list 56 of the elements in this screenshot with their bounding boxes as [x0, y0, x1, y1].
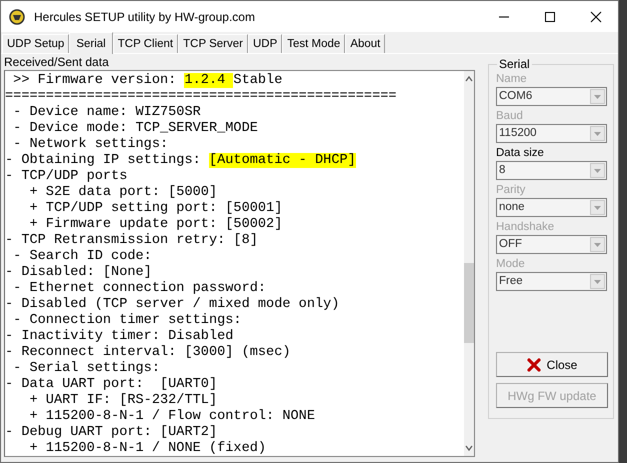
field-label: Name — [496, 72, 528, 87]
app-logo-icon — [8, 8, 26, 26]
log-line: - Device name: WIZ750SR — [12, 105, 202, 121]
log-line: - Debug UART port: [UART2] — [5, 425, 218, 441]
log-line: >> Firmware version: 1.2.4 Stable — [12, 73, 284, 89]
scroll-up-icon — [465, 75, 473, 83]
section-label: Received/Sent data — [3, 55, 110, 69]
dropdown-arrow-icon — [594, 168, 601, 172]
scroll-down-icon — [465, 444, 473, 452]
tab[interactable]: TCP Server — [178, 34, 248, 53]
field-label: Data size — [496, 146, 545, 161]
log-line: - Device mode: TCP_SERVER_MODE — [12, 121, 259, 137]
log-line: - TCP Retransmission retry: [8] — [5, 233, 259, 249]
tab[interactable]: UDP — [248, 34, 282, 53]
log-line: - Reconnect interval: [3000] (msec) — [5, 345, 292, 361]
window-title: Hercules SETUP utility by HW-group.com — [34, 8, 255, 26]
field-label: Mode — [496, 257, 526, 272]
tab[interactable]: UDP Setup — [2, 34, 70, 53]
dropdown-arrow-icon — [594, 94, 601, 98]
x-mark-icon — [526, 358, 541, 372]
log-line: - Ethernet connection password: — [12, 281, 268, 297]
log-line: - Connection timer settings: — [12, 313, 243, 329]
log-line: - Data UART port: [UART0] — [5, 377, 218, 393]
log-line: + 115200-8-N-1 / Flow control: NONE — [28, 409, 316, 425]
field-label: Handshake — [496, 220, 556, 235]
close-button[interactable]: Close — [496, 352, 608, 377]
log-line: ================================================ — [5, 89, 398, 105]
log-line: - TCP/UDP ports — [5, 169, 128, 185]
log-line: + TCP/UDP setting port: [50001] — [28, 201, 284, 217]
log-line: - Network settings: — [12, 137, 170, 153]
dropdown-arrow-icon — [594, 242, 601, 246]
log-line: - Serial settings: — [12, 361, 161, 377]
log-line: - Disabled (TCP server / mixed mode only) — [5, 297, 340, 313]
tab[interactable]: Serial — [69, 32, 113, 54]
close-icon[interactable] — [590, 10, 602, 22]
log-line: - Inactivity timer: Disabled — [5, 329, 234, 345]
tab[interactable]: Test Mode — [282, 34, 346, 53]
tab[interactable]: TCP Client — [112, 34, 178, 53]
maximize-icon[interactable] — [544, 10, 556, 22]
log-line: - Obtaining IP settings: [Automatic - DHCP] — [5, 153, 357, 169]
log-line: - Search ID code: — [12, 249, 153, 265]
scrollbar[interactable] — [464, 71, 474, 456]
tab[interactable]: About — [345, 34, 386, 53]
dropdown-arrow-icon — [594, 132, 601, 136]
field-label: Baud — [496, 109, 524, 124]
log-line: + UART IF: [RS-232/TTL] — [28, 393, 218, 409]
log-line: + 115200-8-N-1 / NONE (fixed) — [28, 441, 268, 456]
log-line: - Disabled: [None] — [5, 265, 153, 281]
dropdown[interactable]: 8 — [496, 161, 607, 180]
scrollbar-thumb[interactable] — [464, 263, 474, 343]
group-title: Serial — [497, 57, 532, 71]
dropdown-arrow-icon — [594, 206, 601, 210]
log-line: + Firmware update port: [50002] — [28, 217, 284, 233]
log-line: + S2E data port: [5000] — [28, 185, 218, 201]
field-label: Parity — [496, 183, 526, 198]
dropdown-arrow-icon — [594, 280, 601, 284]
